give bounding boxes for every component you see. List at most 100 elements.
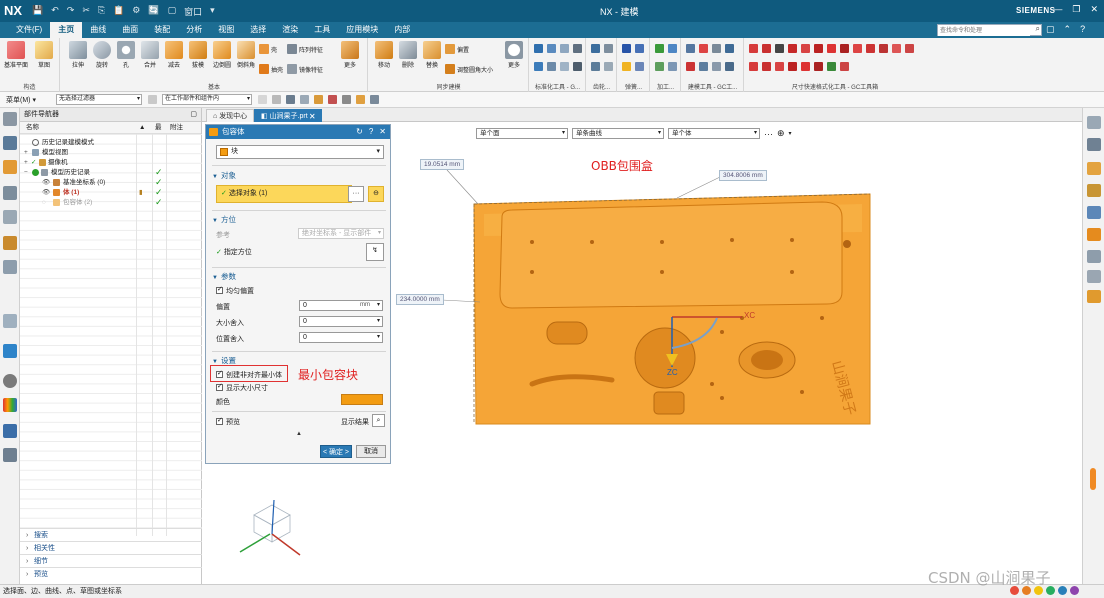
dimension-width[interactable]: 234.0000 mm [396,294,444,305]
endpoint-snap-icon[interactable] [328,95,337,104]
resize-blend-button[interactable]: 调整圆角大小 [445,64,493,74]
web-browser-icon[interactable] [3,260,17,274]
dim-text-icon[interactable] [801,44,810,53]
tab-application[interactable]: 应用模块 [338,22,386,38]
offset-region-button[interactable]: 偏置 [445,44,469,54]
unite-button[interactable]: 合并 [137,41,163,69]
body-color-icon[interactable] [1087,228,1101,241]
tab-select[interactable]: 选择 [242,22,274,38]
select-filter-button[interactable]: ⊖ [368,186,384,202]
color-swatch[interactable] [341,394,383,405]
pattern-tool-icon[interactable] [686,62,695,71]
tab-internal[interactable]: 内部 [386,22,418,38]
gear-info-icon[interactable] [604,62,613,71]
window-toggle-icon[interactable]: ▢ [1046,24,1055,35]
view-triad[interactable] [239,499,301,556]
dim-align-icon[interactable] [775,62,784,71]
ime-skin-icon[interactable] [1058,586,1067,595]
window-menu[interactable]: 窗口 [184,5,202,18]
edit-icon[interactable] [1087,162,1101,175]
section-preview[interactable]: › 预览 [20,567,202,580]
spring-edit-icon[interactable] [635,62,644,71]
more-options-icon[interactable]: ··· [764,129,773,139]
ime-mode-icon[interactable] [1034,586,1043,595]
assembly-navigator-icon[interactable] [3,160,17,174]
tree-row-cameras[interactable]: + ✓ 摄像机 [20,158,202,167]
tab-surface[interactable]: 曲面 [114,22,146,38]
selection-scope-select[interactable]: 在工作部件和组件内 ▾ [162,94,252,105]
midpoint-snap-icon[interactable] [342,95,351,104]
csys-dialog-button[interactable]: ↯ [366,243,384,261]
tab-view[interactable]: 视图 [210,22,242,38]
tab-assembly[interactable]: 装配 [146,22,178,38]
minimize-icon[interactable]: — [1053,4,1062,15]
dim-check-icon[interactable] [905,44,914,53]
spring-icon[interactable] [560,44,569,53]
gear-mesh-icon[interactable] [591,62,600,71]
constraint-navigator-icon[interactable] [3,186,17,200]
specify-orientation-row[interactable]: ✓ 指定方位 [216,247,252,257]
cut-icon[interactable]: ✂ [82,5,90,18]
section-details[interactable]: › 细节 [20,554,202,567]
search-icon[interactable]: ⌕ [1036,24,1040,34]
paste-icon[interactable]: 📋 [113,5,124,18]
tab-part-file[interactable]: ◧ 山涧果子.prt 🗙 [254,109,322,122]
dim-suffix-icon[interactable] [866,44,875,53]
system-scenes-icon[interactable] [3,448,17,462]
key-icon[interactable] [560,62,569,71]
eye-icon[interactable]: 👁 [42,178,50,187]
replace-face-button[interactable]: 替换 [419,41,445,69]
tab-file[interactable]: 文件(F) [8,22,50,38]
dim-radius-icon[interactable] [892,44,901,53]
offset-input[interactable]: 0 mm ▾ [299,300,383,311]
help-icon[interactable]: ? [1080,24,1085,35]
part-navigator-icon[interactable] [3,136,17,150]
uniform-offset-checkbox[interactable]: 均匀偏置 [216,285,254,296]
checkbox[interactable] [216,416,223,425]
expand-icon[interactable]: + [24,158,28,167]
tree-row-body[interactable]: 👁 体 (1) ▮ ✓ [20,188,202,197]
search-icon[interactable]: ⌕ [372,414,385,427]
cursor-icon[interactable] [286,95,295,104]
column-sort[interactable]: ▲ [139,122,145,134]
hole-button[interactable]: 孔 [113,41,139,69]
snap-point-icon[interactable]: ⊕ [777,128,785,139]
expand-icon[interactable]: + [24,148,28,157]
tree-row-history-mode[interactable]: 历史记录建模模式 [20,138,202,147]
dim-reset-icon[interactable] [801,62,810,71]
column-latest[interactable]: 最 [155,122,162,134]
machining-path-icon[interactable] [655,62,664,71]
select-all-icon[interactable] [272,95,281,104]
body-tool-icon[interactable] [725,62,734,71]
fastener-icon[interactable] [547,44,556,53]
edge-blend-button[interactable]: 边倒圆 [209,41,235,69]
sketch-button[interactable]: 草图 [31,41,57,69]
color-palette-icon[interactable] [3,398,17,412]
dim-style-icon[interactable] [788,62,797,71]
chamfer-button[interactable]: 倒斜角 [233,41,259,69]
eye-icon[interactable] [1087,138,1101,151]
history-palette-icon[interactable] [3,314,17,328]
refresh-icon[interactable]: 🔄 [148,5,159,18]
settings-icon[interactable]: ⚙ [132,5,140,18]
clock-icon[interactable] [3,374,17,388]
tab-tools[interactable]: 工具 [306,22,338,38]
preview-checkbox[interactable]: 预览 [216,416,240,427]
tab-discovery-center[interactable]: ⌂ 发现中心 [206,109,255,122]
dim-value-icon[interactable] [840,44,849,53]
snap-icon[interactable] [258,95,267,104]
select-options-button[interactable]: ··· [348,186,364,202]
tension-spring-icon[interactable] [635,44,644,53]
dim-show-icon[interactable] [762,62,771,71]
datum-plane-button[interactable]: 基准平面 [3,41,29,69]
collapse-handle-icon[interactable]: ▲ [296,431,302,437]
sync-more-button[interactable]: 更多 [501,41,527,69]
mirror-feature-button[interactable]: 镜像特征 [287,64,323,74]
tab-home[interactable]: 主页 [50,22,83,38]
knowledge-fusion-icon[interactable] [3,424,17,438]
size-rounding-input[interactable]: 0 ▾ [299,316,383,327]
filter-icon[interactable] [148,95,157,104]
dim-ok-icon[interactable] [827,62,836,71]
shell-small-button[interactable]: 壳 [259,44,277,54]
hd3d-tools-icon[interactable] [3,236,17,250]
